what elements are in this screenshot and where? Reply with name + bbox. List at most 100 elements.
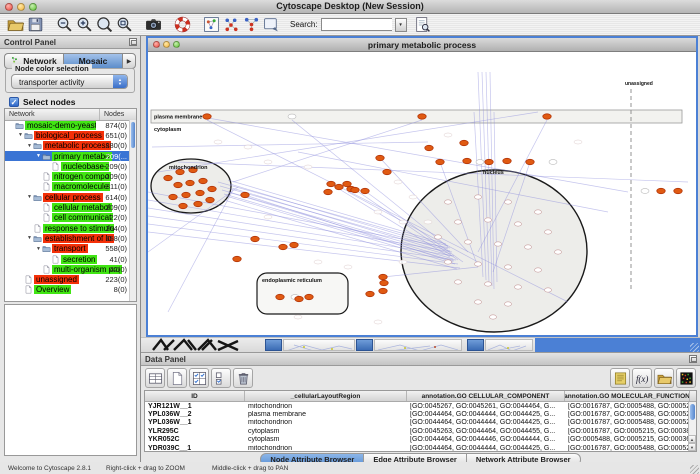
tree-row[interactable]: ▼metabolic process280(0)	[5, 141, 129, 151]
network-node[interactable]	[203, 114, 211, 119]
network-node[interactable]	[324, 189, 332, 194]
minimized-window[interactable]	[485, 339, 533, 351]
network-node[interactable]	[505, 302, 512, 306]
network-node[interactable]	[335, 184, 343, 189]
float-panel-icon[interactable]	[129, 38, 137, 46]
network-node[interactable]	[526, 159, 534, 164]
network-view-titlebar[interactable]: primary metabolic process	[148, 38, 696, 52]
window-titlebar[interactable]: Cytoscape Desktop (New Session)	[0, 0, 700, 14]
table-row[interactable]: YLR295Ccytoplasm[GO:0045263, GO:0044464,…	[145, 427, 696, 435]
network-node[interactable]	[455, 280, 462, 284]
tree-scrollbar-thumb[interactable]	[131, 122, 135, 148]
search-input[interactable]	[321, 18, 392, 31]
minimized-window-icon[interactable]	[265, 339, 282, 351]
column-header[interactable]: annotation.GO CELLULAR_COMPONENT	[407, 391, 565, 401]
network-node[interactable]	[445, 260, 452, 264]
tree-row[interactable]: cellular metabol209(0)	[5, 202, 129, 212]
zoom-in-button[interactable]	[74, 15, 94, 34]
network-node[interactable]	[535, 268, 542, 272]
column-header[interactable]: annotation.GO MOLECULAR_FUNCTION	[565, 391, 690, 401]
minimized-window[interactable]	[374, 339, 462, 351]
resize-grip[interactable]	[690, 465, 699, 474]
network-node[interactable]	[435, 235, 442, 239]
tree-row[interactable]: nucleobase-209(0)	[5, 161, 129, 171]
network-overview-button[interactable]	[201, 15, 221, 34]
network-node[interactable]	[366, 291, 374, 296]
network-node[interactable]	[288, 114, 296, 119]
save-button[interactable]	[25, 15, 45, 34]
network-node[interactable]	[327, 181, 335, 186]
network-node[interactable]	[505, 265, 512, 269]
network-node[interactable]	[425, 145, 433, 150]
network-node[interactable]	[674, 188, 682, 193]
expand-arrow-icon[interactable]: ▼	[35, 153, 42, 159]
network-node[interactable]	[476, 160, 484, 165]
expand-arrow-icon[interactable]: ▼	[35, 246, 42, 252]
network-view-window[interactable]: primary metabolic process plasma membran…	[146, 36, 698, 337]
network-canvas[interactable]: plasma membranecytoplasmmitochondrionnuc…	[148, 52, 696, 335]
network-node[interactable]	[164, 175, 172, 180]
expand-arrow-icon[interactable]: ▼	[26, 194, 33, 200]
tree-row[interactable]: cell communicat22(0)	[5, 213, 129, 223]
tree-row[interactable]: secretion41(0)	[5, 254, 129, 264]
expand-arrow-icon[interactable]: ▼	[26, 235, 33, 241]
network-node[interactable]	[549, 160, 557, 165]
layout-a-button[interactable]	[221, 15, 241, 34]
network-node[interactable]	[490, 315, 497, 319]
network-node[interactable]	[206, 197, 214, 202]
scroll-down-icon[interactable]: ▼	[688, 443, 696, 451]
network-node[interactable]	[182, 192, 190, 197]
scroll-up-icon[interactable]: ▲	[688, 435, 696, 443]
zoom-selected-button[interactable]	[94, 15, 114, 34]
network-node[interactable]	[233, 256, 241, 261]
node-color-select[interactable]: transporter activity ▲▼	[11, 74, 128, 89]
new-attribute-button[interactable]	[167, 368, 187, 388]
network-node[interactable]	[379, 274, 387, 279]
network-node[interactable]	[465, 240, 472, 244]
network-node[interactable]	[194, 201, 202, 206]
attribute-table-button[interactable]	[145, 368, 165, 388]
advanced-search-button[interactable]	[413, 15, 433, 34]
network-node[interactable]	[279, 244, 287, 249]
expand-arrow-icon[interactable]: ▼	[17, 132, 24, 138]
network-node[interactable]	[295, 296, 303, 301]
network-node[interactable]	[505, 200, 512, 204]
table-row[interactable]: YDR039C__1mitochondrion[GO:0044464, GO:0…	[145, 444, 696, 452]
import-attributes-button[interactable]	[654, 368, 674, 388]
snapshot-button[interactable]	[143, 15, 163, 34]
help-ring-button[interactable]	[172, 15, 192, 34]
network-node[interactable]	[436, 159, 444, 164]
table-scrollbar-thumb[interactable]	[690, 404, 695, 420]
network-node[interactable]	[485, 282, 492, 286]
network-node[interactable]	[251, 236, 259, 241]
network-node[interactable]	[380, 280, 388, 285]
network-node[interactable]	[641, 189, 649, 194]
zoom-out-button[interactable]	[54, 15, 74, 34]
column-header[interactable]: ID	[145, 391, 245, 401]
tree-row[interactable]: Overview8(0)	[5, 285, 129, 295]
annotation-button[interactable]	[261, 15, 281, 34]
tree-row[interactable]: ▼biological_process651(0)	[5, 130, 129, 140]
delete-attribute-button[interactable]	[233, 368, 253, 388]
table-row[interactable]: YPL036W__1mitochondrion[GO:0044464, GO:0…	[145, 419, 696, 427]
attribute-matrix-button[interactable]	[676, 368, 696, 388]
network-node[interactable]	[543, 114, 551, 119]
unselect-attributes-button[interactable]	[211, 368, 231, 388]
network-node[interactable]	[555, 250, 562, 254]
minimized-window[interactable]	[283, 339, 355, 351]
network-node[interactable]	[351, 187, 359, 192]
network-node[interactable]	[445, 200, 452, 204]
layout-b-button[interactable]	[241, 15, 261, 34]
network-node[interactable]	[503, 158, 511, 163]
network-node[interactable]	[361, 188, 369, 193]
network-node[interactable]	[343, 181, 351, 186]
float-panel-icon[interactable]	[689, 355, 697, 363]
network-node[interactable]	[208, 186, 216, 191]
network-node[interactable]	[463, 158, 471, 163]
network-node[interactable]	[545, 230, 552, 234]
tree-row[interactable]: macromolecule311(0)	[5, 182, 129, 192]
tree-row[interactable]: ▼cellular process614(0)	[5, 192, 129, 202]
network-node[interactable]	[199, 178, 207, 183]
table-row[interactable]: YKR052Ccytoplasm[GO:0044464, GO:0044446,…	[145, 436, 696, 444]
network-node[interactable]	[179, 203, 187, 208]
